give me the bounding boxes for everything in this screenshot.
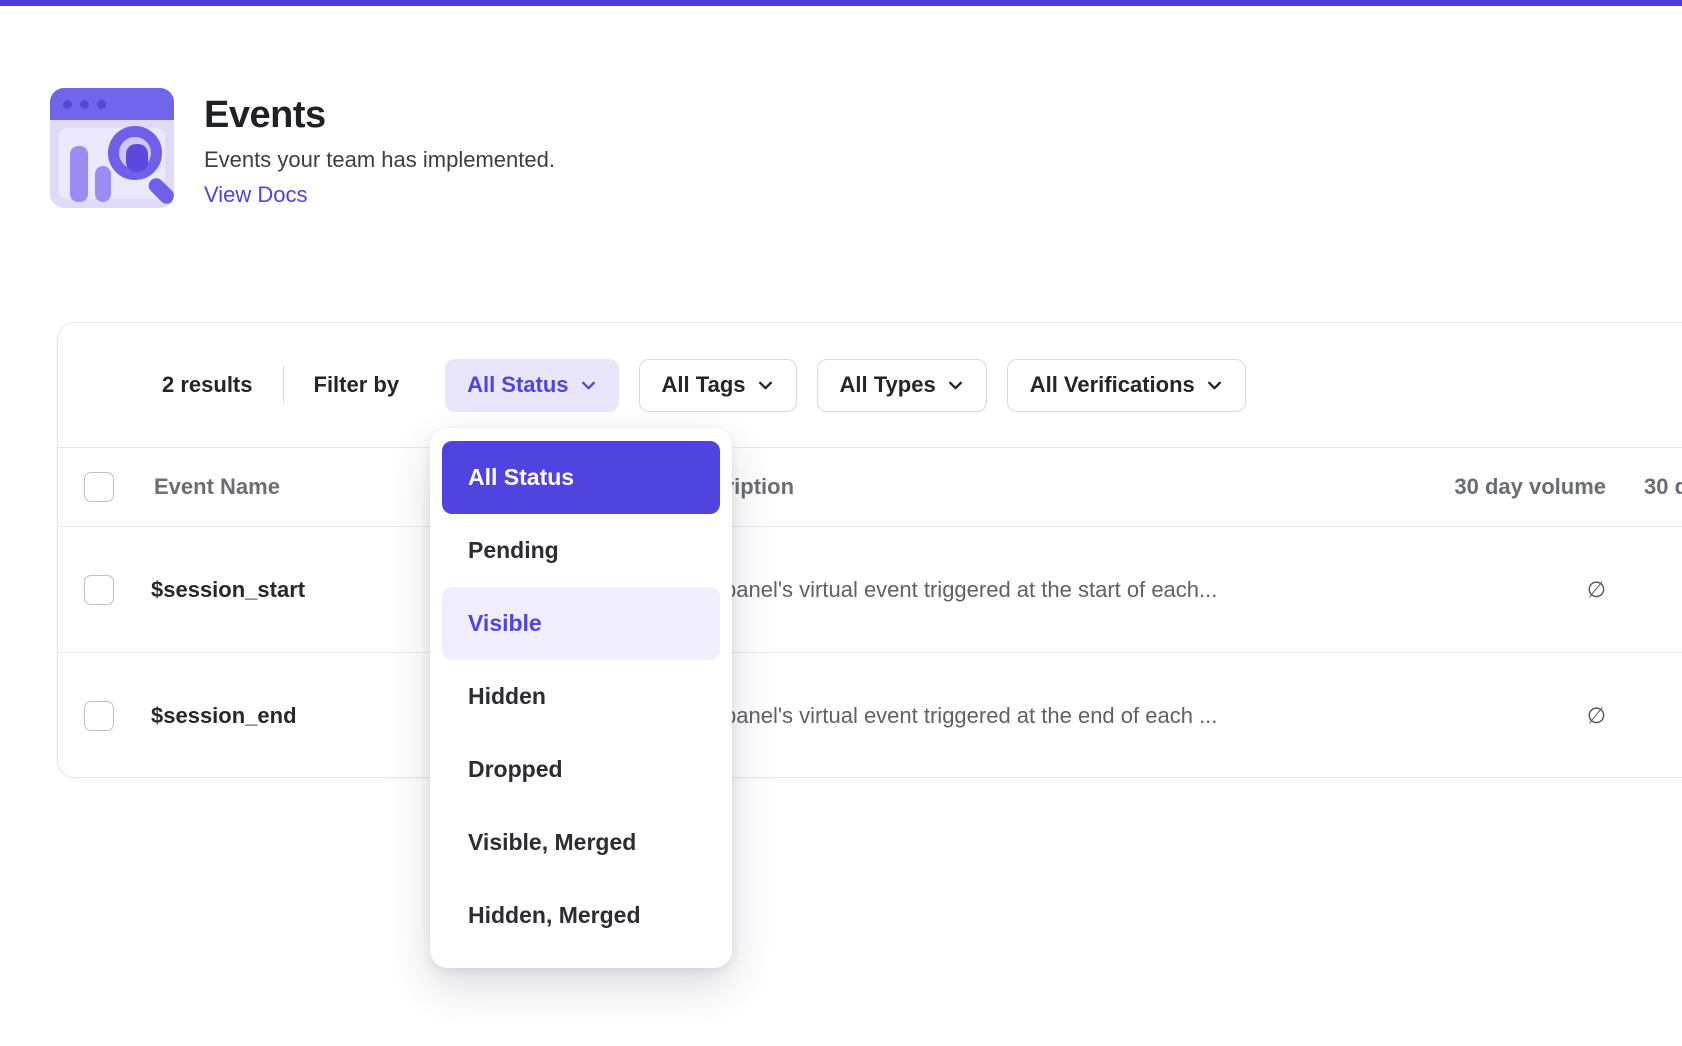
icon-magnifier-core bbox=[126, 144, 148, 172]
row-checkbox[interactable] bbox=[84, 701, 114, 731]
chevron-down-icon bbox=[580, 377, 597, 394]
filter-label: All Tags bbox=[662, 372, 746, 398]
icon-chart-bar bbox=[95, 166, 111, 202]
filter-all-status-button[interactable]: All Status bbox=[445, 359, 618, 412]
top-accent-bar bbox=[0, 0, 1682, 6]
icon-dot bbox=[80, 100, 89, 109]
event-description-cell: panel's virtual event triggered at the e… bbox=[724, 703, 1217, 729]
filter-all-tags-button[interactable]: All Tags bbox=[639, 359, 797, 412]
select-all-checkbox[interactable] bbox=[84, 472, 114, 502]
table-row[interactable]: $session_start panel's virtual event tri… bbox=[58, 527, 1682, 653]
table-header-row: Event Name Description 30 day volume 30 … bbox=[58, 447, 1682, 527]
event-name-cell[interactable]: $session_start bbox=[151, 577, 305, 603]
row-checkbox[interactable] bbox=[84, 575, 114, 605]
chevron-down-icon bbox=[1206, 377, 1223, 394]
results-count: 2 results bbox=[162, 372, 253, 398]
icon-dot bbox=[63, 100, 72, 109]
filter-label: All Verifications bbox=[1030, 372, 1195, 398]
status-filter-dropdown: All Status Pending Visible Hidden Droppe… bbox=[430, 428, 732, 968]
filter-all-verifications-button[interactable]: All Verifications bbox=[1007, 359, 1246, 412]
filter-label: All Types bbox=[840, 372, 936, 398]
events-table-card: 2 results Filter by All Status All Tags … bbox=[57, 322, 1682, 778]
chevron-down-icon bbox=[947, 377, 964, 394]
dropdown-item-visible-merged[interactable]: Visible, Merged bbox=[442, 806, 720, 879]
dropdown-item-dropped[interactable]: Dropped bbox=[442, 733, 720, 806]
dropdown-item-hidden-merged[interactable]: Hidden, Merged bbox=[442, 879, 720, 952]
view-docs-link[interactable]: View Docs bbox=[204, 182, 555, 208]
dropdown-item-hidden[interactable]: Hidden bbox=[442, 660, 720, 733]
event-name-cell[interactable]: $session_end bbox=[151, 703, 297, 729]
filter-all-types-button[interactable]: All Types bbox=[817, 359, 987, 412]
column-header-30-day-truncated: 30 day bbox=[1644, 474, 1682, 500]
column-header-30-day-volume: 30 day volume bbox=[1358, 474, 1606, 500]
events-app-icon bbox=[50, 88, 174, 208]
toolbar-divider bbox=[283, 366, 284, 404]
dropdown-item-pending[interactable]: Pending bbox=[442, 514, 720, 587]
page-subtitle: Events your team has implemented. bbox=[204, 147, 555, 173]
page-header: Events Events your team has implemented.… bbox=[50, 88, 555, 208]
event-volume-cell: ∅ bbox=[1358, 703, 1606, 729]
chevron-down-icon bbox=[757, 377, 774, 394]
filter-toolbar: 2 results Filter by All Status All Tags … bbox=[58, 323, 1682, 447]
filter-label: All Status bbox=[467, 372, 568, 398]
dropdown-item-all-status[interactable]: All Status bbox=[442, 441, 720, 514]
filter-by-label: Filter by bbox=[314, 372, 400, 398]
icon-chart-bar bbox=[70, 146, 88, 202]
dropdown-item-visible[interactable]: Visible bbox=[442, 587, 720, 660]
event-volume-cell: ∅ bbox=[1358, 577, 1606, 603]
icon-dot bbox=[97, 100, 106, 109]
column-header-event-name: Event Name bbox=[154, 474, 280, 500]
event-description-cell: panel's virtual event triggered at the s… bbox=[724, 577, 1217, 603]
page-title: Events bbox=[204, 94, 555, 137]
table-row[interactable]: $session_end panel's virtual event trigg… bbox=[58, 653, 1682, 778]
